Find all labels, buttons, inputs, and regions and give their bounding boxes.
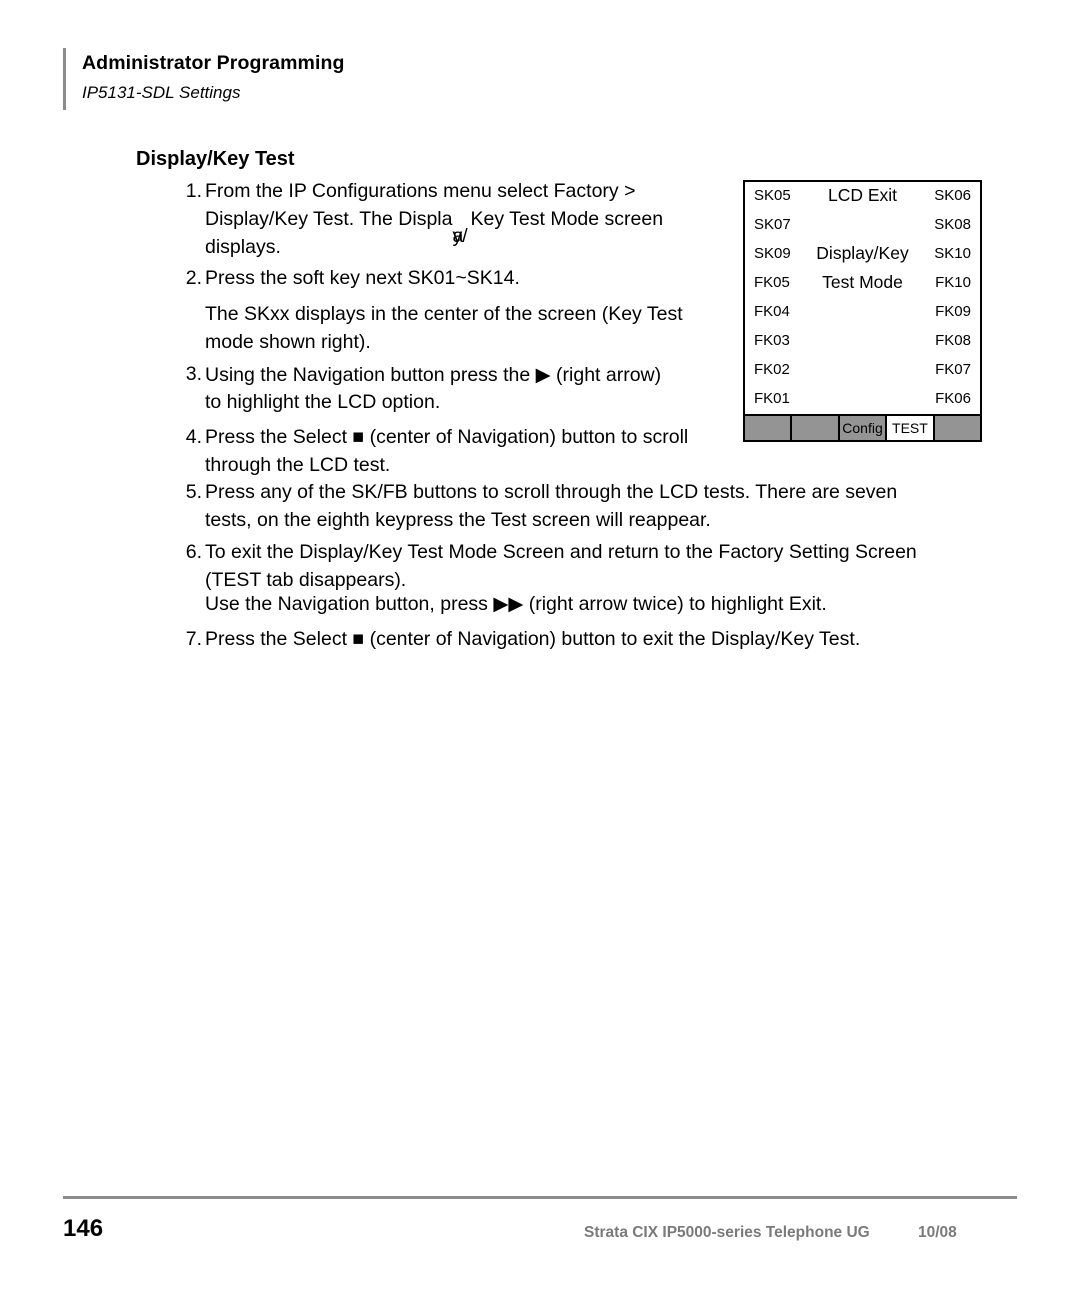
step-line: (TEST tab disappears). xyxy=(205,569,407,591)
lcd-key-label-right: FK07 xyxy=(935,361,971,378)
step-number: 6. xyxy=(185,541,202,563)
lcd-row: FK02 FK07 xyxy=(745,356,980,385)
step-line: tests, on the eighth keypress the Test s… xyxy=(205,509,711,531)
lcd-row: FK04 FK09 xyxy=(745,298,980,327)
lcd-key-label-right: FK10 xyxy=(935,274,971,291)
header-vertical-rule xyxy=(63,48,66,110)
step-line: Press the Select ■ (center of Navigation… xyxy=(205,628,861,650)
lcd-key-label-right: FK08 xyxy=(935,332,971,349)
lcd-key-label-left: FK04 xyxy=(754,303,790,320)
footer-document-title: Strata CIX IP5000-series Telephone UG xyxy=(584,1224,870,1241)
lcd-row: FK05 Test Mode FK10 xyxy=(745,269,980,298)
step-number: 5. xyxy=(185,481,202,503)
lcd-key-label-right: FK09 xyxy=(935,303,971,320)
step-line-suffix: Key Test Mode screen xyxy=(470,208,664,230)
step-number: 1. xyxy=(185,180,202,202)
lcd-key-label-right: SK10 xyxy=(934,245,971,262)
step-line: to highlight the LCD option. xyxy=(205,391,441,413)
lcd-key-label-left: FK02 xyxy=(754,361,790,378)
paragraph-line: The SKxx displays in the center of the s… xyxy=(205,303,683,325)
lcd-display-area: SK05 LCD Exit SK06 SK07 SK08 SK09 Displa… xyxy=(745,182,980,414)
step-line: Press the soft key next SK01~SK14. xyxy=(205,267,520,289)
page-subtitle: IP5131-SDL Settings xyxy=(82,83,241,102)
step-line: Using the Navigation button press the ▶ … xyxy=(205,364,662,386)
lcd-tab-empty-1[interactable] xyxy=(745,416,793,440)
lcd-tab-config[interactable]: Config xyxy=(839,416,888,440)
lcd-tab-bar: Config TEST xyxy=(745,414,981,440)
paragraph-line: mode shown right). xyxy=(205,331,371,353)
step-line: Press any of the SK/FB buttons to scroll… xyxy=(205,481,898,503)
lcd-row: SK05 LCD Exit SK06 xyxy=(745,182,980,211)
step-line: displays. xyxy=(205,236,281,258)
section-heading: Display/Key Test xyxy=(136,148,295,170)
step-line: From the IP Configurations menu select F… xyxy=(205,180,636,202)
footer-date: 10/08 xyxy=(918,1224,957,1241)
page-number: 146 xyxy=(63,1215,104,1242)
lcd-key-label-left: SK07 xyxy=(754,216,791,233)
lcd-tab-empty-2[interactable] xyxy=(792,416,840,440)
step-number: 2. xyxy=(185,267,202,289)
step-number: 7. xyxy=(185,628,202,650)
step-number: 3. xyxy=(185,363,202,385)
lcd-key-label-left: FK01 xyxy=(754,390,790,407)
step-line: Use the Navigation button, press ▶▶ (rig… xyxy=(205,593,827,615)
page-title: Administrator Programming xyxy=(82,52,345,74)
lcd-key-label-right: FK06 xyxy=(935,390,971,407)
lcd-tab-empty-3[interactable] xyxy=(934,416,981,440)
step-line: To exit the Display/Key Test Mode Screen… xyxy=(205,541,917,563)
step-line: through the LCD test. xyxy=(205,454,391,476)
lcd-tab-test[interactable]: TEST xyxy=(887,416,935,440)
footer-rule xyxy=(63,1196,1017,1199)
step-number: 4. xyxy=(185,426,202,448)
lcd-key-label-left: FK03 xyxy=(754,332,790,349)
overlap-glyph-b: a xyxy=(452,225,464,247)
step-line-prefix: Display/Key Test. The Displa xyxy=(205,208,453,230)
lcd-key-label-right: SK08 xyxy=(934,216,971,233)
lcd-row: FK03 FK08 xyxy=(745,327,980,356)
lcd-row: SK09 Display/Key SK10 xyxy=(745,240,980,269)
lcd-row: FK01 FK06 xyxy=(745,385,980,414)
lcd-row: SK07 SK08 xyxy=(745,211,980,240)
lcd-key-label-right: SK06 xyxy=(934,187,971,204)
step-line: Press the Select ■ (center of Navigation… xyxy=(205,426,689,448)
lcd-screen-diagram: SK05 LCD Exit SK06 SK07 SK08 SK09 Displa… xyxy=(743,180,982,442)
